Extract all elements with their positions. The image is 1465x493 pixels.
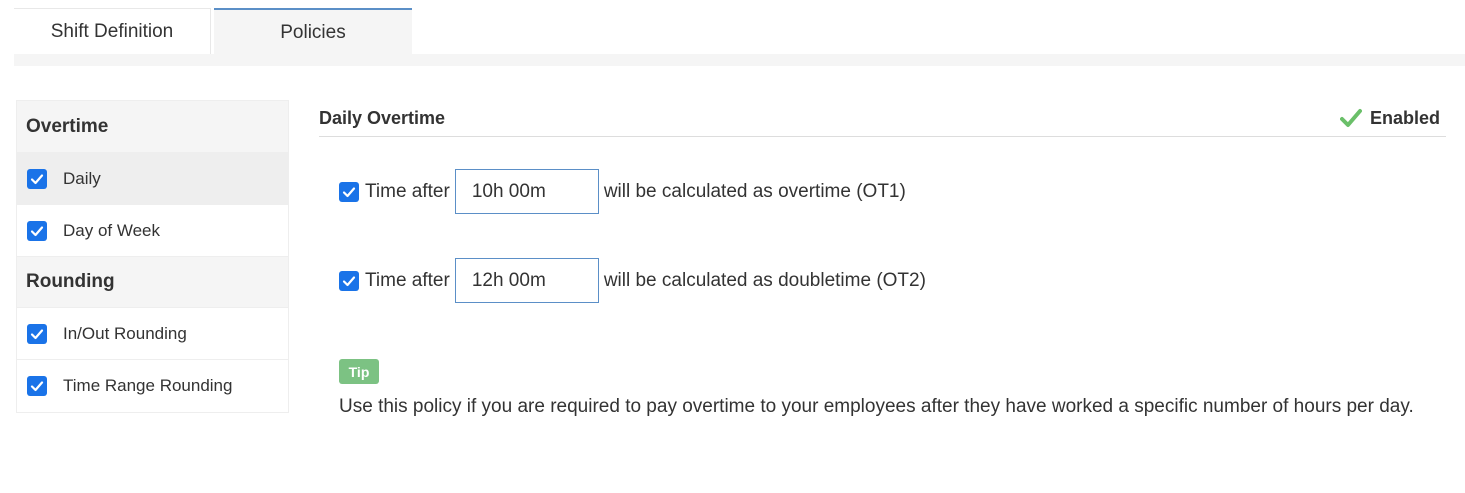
- rule-prefix: Time after: [365, 180, 450, 202]
- page-title: Daily Overtime: [319, 107, 446, 128]
- ot2-time-input[interactable]: [454, 258, 599, 303]
- tab-shift-definition[interactable]: Shift Definition: [14, 8, 211, 54]
- check-icon: [30, 173, 44, 184]
- overtime-rule-row: Time after will be calculated as overtim…: [339, 169, 906, 214]
- check-icon: [342, 275, 356, 286]
- check-icon: [30, 381, 44, 392]
- ot1-time-input[interactable]: [454, 169, 599, 214]
- sidebar-header-rounding: Rounding: [17, 257, 288, 308]
- ot2-checkbox[interactable]: [339, 270, 359, 291]
- rule-prefix: Time after: [365, 269, 450, 291]
- sidebar-item-label: Day of Week: [63, 220, 161, 240]
- tip-badge: Tip: [339, 359, 379, 384]
- sidebar-item-label: Time Range Rounding: [63, 376, 233, 395]
- in-out-rounding-checkbox[interactable]: [27, 323, 47, 344]
- time-range-rounding-checkbox[interactable]: [27, 376, 47, 396]
- rule-suffix: will be calculated as overtime (OT1): [603, 180, 906, 202]
- panel-header: Daily Overtime Enabled: [319, 100, 1446, 137]
- doubletime-rule-row: Time after will be calculated as doublet…: [339, 258, 926, 303]
- policy-detail-panel: Daily Overtime Enabled Time after will b…: [319, 100, 1446, 417]
- sidebar-header-overtime: Overtime: [17, 101, 288, 153]
- check-icon: [30, 225, 44, 236]
- check-icon: [30, 328, 44, 339]
- daily-checkbox[interactable]: [27, 168, 47, 189]
- checkmark-icon: [1339, 109, 1362, 127]
- tab-policies[interactable]: Policies: [214, 8, 412, 55]
- tab-bar: Shift Definition Policies: [14, 8, 1465, 66]
- ot1-checkbox[interactable]: [339, 181, 359, 202]
- status-text: Enabled: [1369, 107, 1440, 128]
- sidebar-item-label: Daily: [63, 168, 101, 188]
- sidebar-item-daily[interactable]: Daily: [17, 153, 288, 205]
- rule-suffix: will be calculated as doubletime (OT2): [603, 269, 926, 291]
- sidebar-item-time-range-rounding[interactable]: Time Range Rounding: [17, 360, 288, 412]
- check-icon: [342, 186, 356, 197]
- policy-sidebar: Overtime Daily Day of Week Rounding In/O…: [16, 100, 289, 413]
- status-badge: Enabled: [1339, 107, 1440, 129]
- day-of-week-checkbox[interactable]: [27, 220, 47, 241]
- sidebar-item-label: In/Out Rounding: [63, 323, 187, 343]
- sidebar-item-day-of-week[interactable]: Day of Week: [17, 205, 288, 257]
- tab-bar-strip: [14, 54, 1465, 66]
- tip-text: Use this policy if you are required to p…: [339, 396, 1414, 417]
- sidebar-item-in-out-rounding[interactable]: In/Out Rounding: [17, 308, 288, 360]
